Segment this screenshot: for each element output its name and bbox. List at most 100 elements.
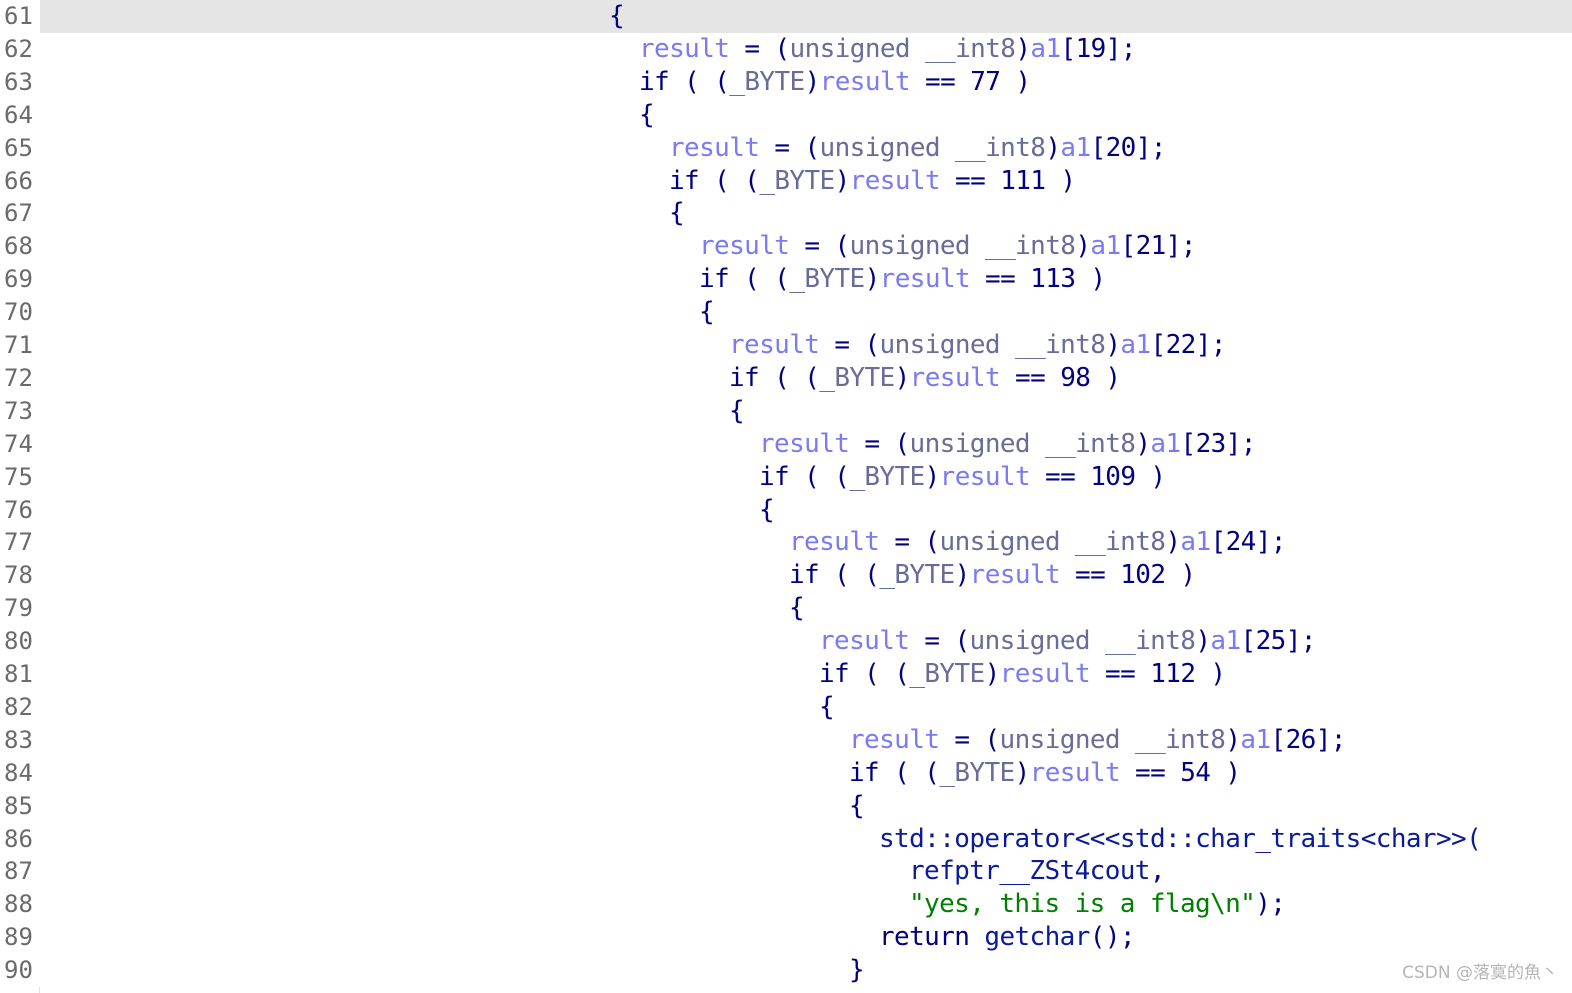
code-token: if bbox=[699, 264, 730, 295]
code-token: { bbox=[639, 99, 655, 130]
code-line[interactable]: 69 if ( (_BYTE)result == 113 ) bbox=[0, 263, 1572, 297]
code-token: if bbox=[819, 659, 850, 689]
code-line[interactable]: 88 "yes, this is a flag\n"); bbox=[0, 888, 1572, 922]
line-number: 76 bbox=[0, 493, 40, 527]
code-line[interactable]: 89 return getchar(); bbox=[0, 921, 1572, 955]
line-number: 73 bbox=[0, 394, 40, 428]
code-line[interactable]: 83 result = (unsigned __int8)a1[26]; bbox=[0, 723, 1572, 757]
code-line[interactable]: 66 if ( (_BYTE)result == 111 ) bbox=[0, 164, 1572, 198]
code-line[interactable]: 87 refptr__ZSt4cout, bbox=[0, 855, 1572, 889]
code-line[interactable]: 61 { bbox=[0, 0, 1572, 33]
code-token: [26]; bbox=[1270, 724, 1347, 755]
code-token: { bbox=[729, 395, 745, 426]
code-line[interactable]: 72 if ( (_BYTE)result == 98 ) bbox=[0, 361, 1572, 395]
code-text: { bbox=[639, 99, 655, 131]
code-token: if bbox=[639, 66, 670, 97]
line-number: 68 bbox=[0, 230, 40, 264]
code-area[interactable]: 61{62 result = (unsigned __int8)a1[19]; 63… bbox=[0, 0, 1572, 993]
code-token: == 98 ) bbox=[1000, 362, 1121, 393]
code-token: result bbox=[879, 264, 971, 295]
code-token: ( ( bbox=[879, 757, 940, 788]
code-token: getchar bbox=[984, 922, 1090, 953]
code-token: ) bbox=[1135, 428, 1151, 459]
code-editor[interactable]: 61{62 result = (unsigned __int8)a1[19]; 63… bbox=[0, 0, 1572, 993]
code-line[interactable]: 70 { bbox=[0, 296, 1572, 330]
code-token: == 77 ) bbox=[910, 66, 1031, 97]
code-text: { bbox=[789, 592, 805, 624]
code-token: _BYTE bbox=[879, 560, 955, 591]
code-token: ) bbox=[1165, 527, 1181, 558]
code-token: == 54 ) bbox=[1120, 757, 1241, 788]
code-text: if ( (_BYTE)result == 109 ) bbox=[759, 461, 1166, 493]
code-token: == 111 ) bbox=[940, 165, 1076, 196]
code-text: if ( (_BYTE)result == 102 ) bbox=[789, 559, 1196, 591]
code-line[interactable]: 90} bbox=[0, 954, 1572, 988]
code-token: [25]; bbox=[1240, 626, 1317, 657]
code-line[interactable]: 86 std::operator<<<std::char_traits<char>… bbox=[0, 822, 1572, 856]
line-number: 77 bbox=[0, 526, 40, 560]
code-line[interactable]: 74 result = (unsigned __int8)a1[23]; bbox=[0, 427, 1572, 461]
code-text: result = (unsigned __int8)a1[26]; bbox=[849, 724, 1346, 756]
line-number: 75 bbox=[0, 460, 40, 494]
code-token: == 113 ) bbox=[970, 264, 1106, 295]
code-line[interactable]: 67 { bbox=[0, 197, 1572, 231]
code-line[interactable]: 81 if ( (_BYTE)result == 112 ) bbox=[0, 658, 1572, 691]
code-line[interactable]: 84 if ( (_BYTE)result == 54 ) bbox=[0, 756, 1572, 790]
code-token: ) bbox=[954, 560, 971, 591]
code-token: { bbox=[609, 1, 625, 31]
code-line[interactable]: 79 { bbox=[0, 592, 1572, 626]
code-text: { bbox=[819, 691, 835, 723]
code-token: unsigned __int8 bbox=[849, 231, 1076, 262]
code-text: "yes, this is a flag\n"); bbox=[909, 888, 1286, 920]
line-number: 64 bbox=[0, 98, 40, 132]
code-line[interactable]: 75 if ( (_BYTE)result == 109 ) bbox=[0, 460, 1572, 494]
code-line[interactable]: 80 result = (unsigned __int8)a1[25]; bbox=[0, 625, 1572, 659]
code-line[interactable]: 85 { bbox=[0, 789, 1572, 823]
code-token: (); bbox=[1089, 922, 1136, 953]
code-token: _BYTE bbox=[789, 264, 865, 295]
code-text: if ( (_BYTE)result == 111 ) bbox=[669, 165, 1076, 197]
line-number: 85 bbox=[0, 789, 40, 823]
code-token: result bbox=[789, 527, 880, 558]
code-text: { bbox=[609, 0, 625, 32]
line-number: 71 bbox=[0, 329, 40, 362]
code-token: _BYTE bbox=[909, 659, 985, 689]
code-text: result = (unsigned __int8)a1[20]; bbox=[669, 132, 1166, 164]
code-token: unsigned __int8 bbox=[819, 132, 1046, 163]
code-token: = ( bbox=[789, 231, 850, 262]
code-line[interactable]: 64 { bbox=[0, 98, 1572, 132]
code-line[interactable]: 82 { bbox=[0, 690, 1572, 724]
code-line[interactable]: 71 result = (unsigned __int8)a1[22]; bbox=[0, 329, 1572, 362]
code-line[interactable]: 63 if ( (_BYTE)result == 77 ) bbox=[0, 65, 1572, 99]
code-token: { bbox=[669, 198, 685, 229]
code-line[interactable]: 62 result = (unsigned __int8)a1[19]; bbox=[0, 32, 1572, 66]
code-token: == 102 ) bbox=[1060, 560, 1196, 591]
line-number: 81 bbox=[0, 658, 40, 691]
code-token: ) bbox=[1045, 132, 1061, 163]
code-token: ( ( bbox=[669, 66, 730, 97]
code-text: result = (unsigned __int8)a1[25]; bbox=[819, 625, 1316, 657]
code-token: } bbox=[849, 955, 865, 986]
code-token: ( ( bbox=[849, 659, 910, 689]
line-number: 83 bbox=[0, 723, 40, 757]
code-line[interactable]: 77 result = (unsigned __int8)a1[24]; bbox=[0, 526, 1572, 560]
code-line[interactable]: 68 result = (unsigned __int8)a1[21]; bbox=[0, 230, 1572, 264]
code-token: unsigned __int8 bbox=[879, 330, 1106, 360]
code-text: { bbox=[669, 197, 685, 229]
code-token: a1 bbox=[1210, 626, 1241, 657]
line-number: 89 bbox=[0, 921, 40, 955]
code-token: unsigned __int8 bbox=[999, 724, 1226, 755]
code-token: ) bbox=[924, 461, 941, 492]
code-token: = ( bbox=[939, 724, 1000, 755]
code-text: result = (unsigned __int8)a1[19]; bbox=[639, 33, 1136, 65]
code-line[interactable]: 73 { bbox=[0, 394, 1572, 428]
code-token: result bbox=[939, 461, 1031, 492]
code-line[interactable]: 78 if ( (_BYTE)result == 102 ) bbox=[0, 559, 1572, 593]
code-line[interactable]: 65 result = (unsigned __int8)a1[20]; bbox=[0, 131, 1572, 165]
code-token: refptr__ZSt4cout bbox=[909, 856, 1150, 887]
code-token: == 109 ) bbox=[1030, 461, 1166, 492]
code-line[interactable]: 76 { bbox=[0, 493, 1572, 527]
code-token: ) bbox=[1015, 33, 1031, 64]
code-token: { bbox=[849, 790, 865, 821]
